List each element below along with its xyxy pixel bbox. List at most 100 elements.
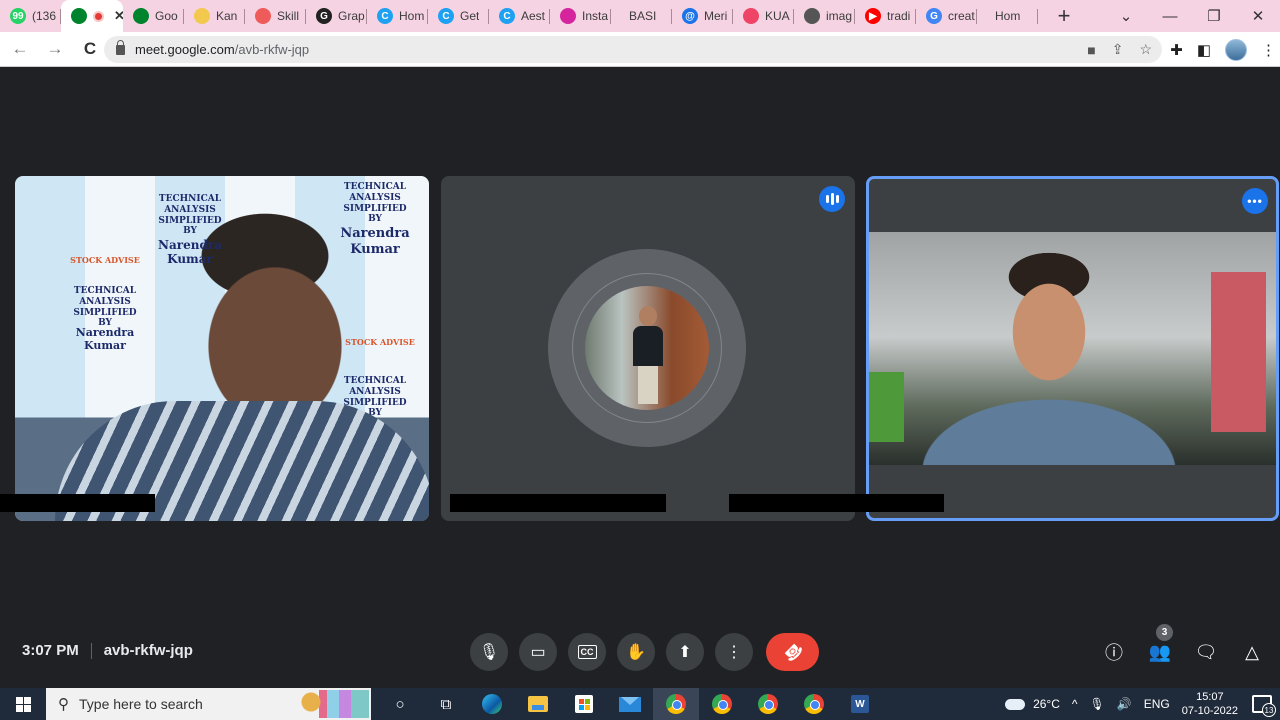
microphone-tray-icon[interactable]: 🎙 (1090, 697, 1105, 711)
browser-tab[interactable]: C Hom (367, 0, 428, 32)
raise-hand-button[interactable]: ✋ (617, 633, 655, 671)
task-view-icon[interactable]: ⧉ (423, 688, 469, 720)
edge-icon[interactable] (469, 688, 515, 720)
meet-stage: TECHNICAL ANALYSIS SIMPLIFIED BY Narendr… (0, 68, 1280, 688)
mail-icon[interactable] (607, 688, 653, 720)
captions-button[interactable]: CC (568, 633, 606, 671)
browser-tab[interactable]: Skill (245, 0, 306, 32)
chrome-icon[interactable] (653, 688, 699, 720)
more-options-button[interactable]: ⋮ (715, 633, 753, 671)
bookmark-star-icon[interactable]: ☆ (1139, 41, 1152, 58)
notification-center-icon[interactable]: 13 (1252, 695, 1276, 717)
at-sign-icon: @ (682, 8, 698, 24)
side-panel-icon[interactable]: ◧ (1197, 41, 1211, 59)
clock[interactable]: 15:07 07-10-2022 (1182, 690, 1238, 718)
browser-tab[interactable]: Kan (184, 0, 245, 32)
participant-name-redacted (0, 494, 155, 512)
file-explorer-icon[interactable] (515, 688, 561, 720)
show-hidden-icons-icon[interactable]: ^ (1072, 697, 1078, 711)
participant-name-redacted (729, 494, 944, 512)
tab-title: KUA (765, 9, 790, 23)
participant-tile-1[interactable]: TECHNICAL ANALYSIS SIMPLIFIED BY Narendr… (15, 176, 429, 521)
tab-title: Grap (338, 9, 365, 23)
browser-tab[interactable]: G Grap (306, 0, 367, 32)
leave-call-button[interactable]: ☎ (766, 633, 819, 671)
recording-indicator-icon (93, 10, 104, 22)
windows-taskbar: ⚲ Type here to search ○ ⧉ W 26°C ^ 🎙 🔊 E… (0, 688, 1280, 720)
tab-active[interactable]: ✕ (61, 0, 123, 32)
browser-tab[interactable]: @ Meri (672, 0, 733, 32)
profile-avatar[interactable] (1225, 38, 1247, 61)
meeting-details-button[interactable]: ⓘ (1100, 638, 1128, 666)
weather-temp[interactable]: 26°C (1033, 697, 1060, 711)
whatsapp-icon: 99 (10, 8, 26, 24)
banner-text: Narendra Kumar (158, 238, 222, 267)
microsoft-store-icon[interactable] (561, 688, 607, 720)
browser-tab[interactable]: Hom (977, 0, 1038, 32)
captions-icon: CC (577, 645, 597, 659)
browser-tab[interactable]: KUA (733, 0, 794, 32)
more-vertical-icon: ⋮ (726, 644, 742, 661)
tile-more-options-icon[interactable]: ••• (1242, 188, 1268, 214)
share-icon[interactable]: ⇪ (1112, 41, 1124, 58)
browser-tab[interactable]: imag (794, 0, 855, 32)
browser-tab[interactable]: Gcreat (916, 0, 977, 32)
windows-start-icon[interactable] (0, 688, 46, 720)
browser-tab[interactable]: BASI (611, 0, 672, 32)
camera-button[interactable]: ▭ (519, 633, 557, 671)
activities-icon: △ (1245, 641, 1259, 662)
cortana-icon[interactable]: ○ (377, 688, 423, 720)
banner-text: TECHNICAL ANALYSIS SIMPLIFIED BY (343, 182, 407, 225)
google-icon: G (926, 8, 942, 24)
google-meet-icon (133, 8, 149, 24)
browser-tab[interactable]: C Get (428, 0, 489, 32)
tab-title: BASI (629, 9, 657, 23)
activities-button[interactable]: △ (1238, 638, 1266, 666)
chrome-menu-icon[interactable]: ⋮ (1261, 41, 1276, 59)
people-button[interactable]: 👥 3 (1146, 624, 1174, 666)
new-tab-button[interactable]: + (1046, 0, 1082, 32)
minimize-button[interactable]: — (1148, 8, 1192, 25)
chrome-profile-icon[interactable] (699, 688, 745, 720)
browser-tab[interactable]: 99 (136 (0, 0, 61, 32)
extensions-puzzle-icon[interactable]: ✚ (1170, 41, 1183, 59)
speaking-indicator-icon (819, 186, 845, 212)
window-controls: ⌄ — ❐ ✕ (1104, 0, 1280, 32)
microphone-button[interactable]: 🎙 (470, 633, 508, 671)
participant-tile-2[interactable] (441, 176, 855, 521)
reload-button[interactable]: C (75, 39, 105, 59)
tab-title: Get (460, 9, 480, 23)
tab-title: Insta (582, 9, 609, 23)
volume-icon[interactable]: 🔊 (1117, 697, 1132, 711)
word-icon[interactable]: W (837, 688, 883, 720)
close-window-button[interactable]: ✕ (1236, 7, 1280, 25)
banner-text: Narendra Kumar (75, 326, 135, 353)
clock-date: 07-10-2022 (1181, 705, 1238, 717)
tab-search-button[interactable]: ⌄ (1104, 7, 1148, 25)
browser-tab[interactable]: C Aest (489, 0, 550, 32)
meeting-code: avb-rkfw-jqp (103, 642, 193, 659)
chrome-profile-icon[interactable] (745, 688, 791, 720)
back-button[interactable]: ← (5, 39, 35, 59)
forward-button[interactable]: → (40, 39, 70, 59)
search-placeholder: Type here to search (79, 696, 203, 712)
language-indicator[interactable]: ENG (1144, 697, 1170, 711)
present-button[interactable]: ⬆ (666, 633, 704, 671)
url-text[interactable]: meet.google.com/avb-rkfw-jqp (135, 42, 309, 57)
lock-icon[interactable] (116, 39, 125, 55)
browser-tab[interactable]: Goo (123, 0, 184, 32)
chrome-profile-icon[interactable] (791, 688, 837, 720)
address-bar[interactable]: meet.google.com/avb-rkfw-jqp ■ ⇪ ☆ (104, 36, 1162, 63)
search-highlight-art (299, 690, 369, 718)
taskbar-search-input[interactable]: ⚲ Type here to search (46, 688, 371, 720)
camera-in-use-icon[interactable]: ■ (1087, 42, 1095, 58)
participant-tile-self[interactable]: ••• (866, 176, 1279, 521)
kannada-icon (194, 8, 210, 24)
weather-cloud-icon[interactable] (1005, 698, 1026, 710)
browser-tab[interactable]: ▶ tradi (855, 0, 916, 32)
browser-tab[interactable]: Insta (550, 0, 611, 32)
chat-button[interactable]: 🗨 (1192, 638, 1220, 666)
camera-icon: ▭ (530, 644, 546, 661)
close-tab-icon[interactable]: ✕ (114, 8, 123, 24)
restore-button[interactable]: ❐ (1192, 7, 1236, 25)
